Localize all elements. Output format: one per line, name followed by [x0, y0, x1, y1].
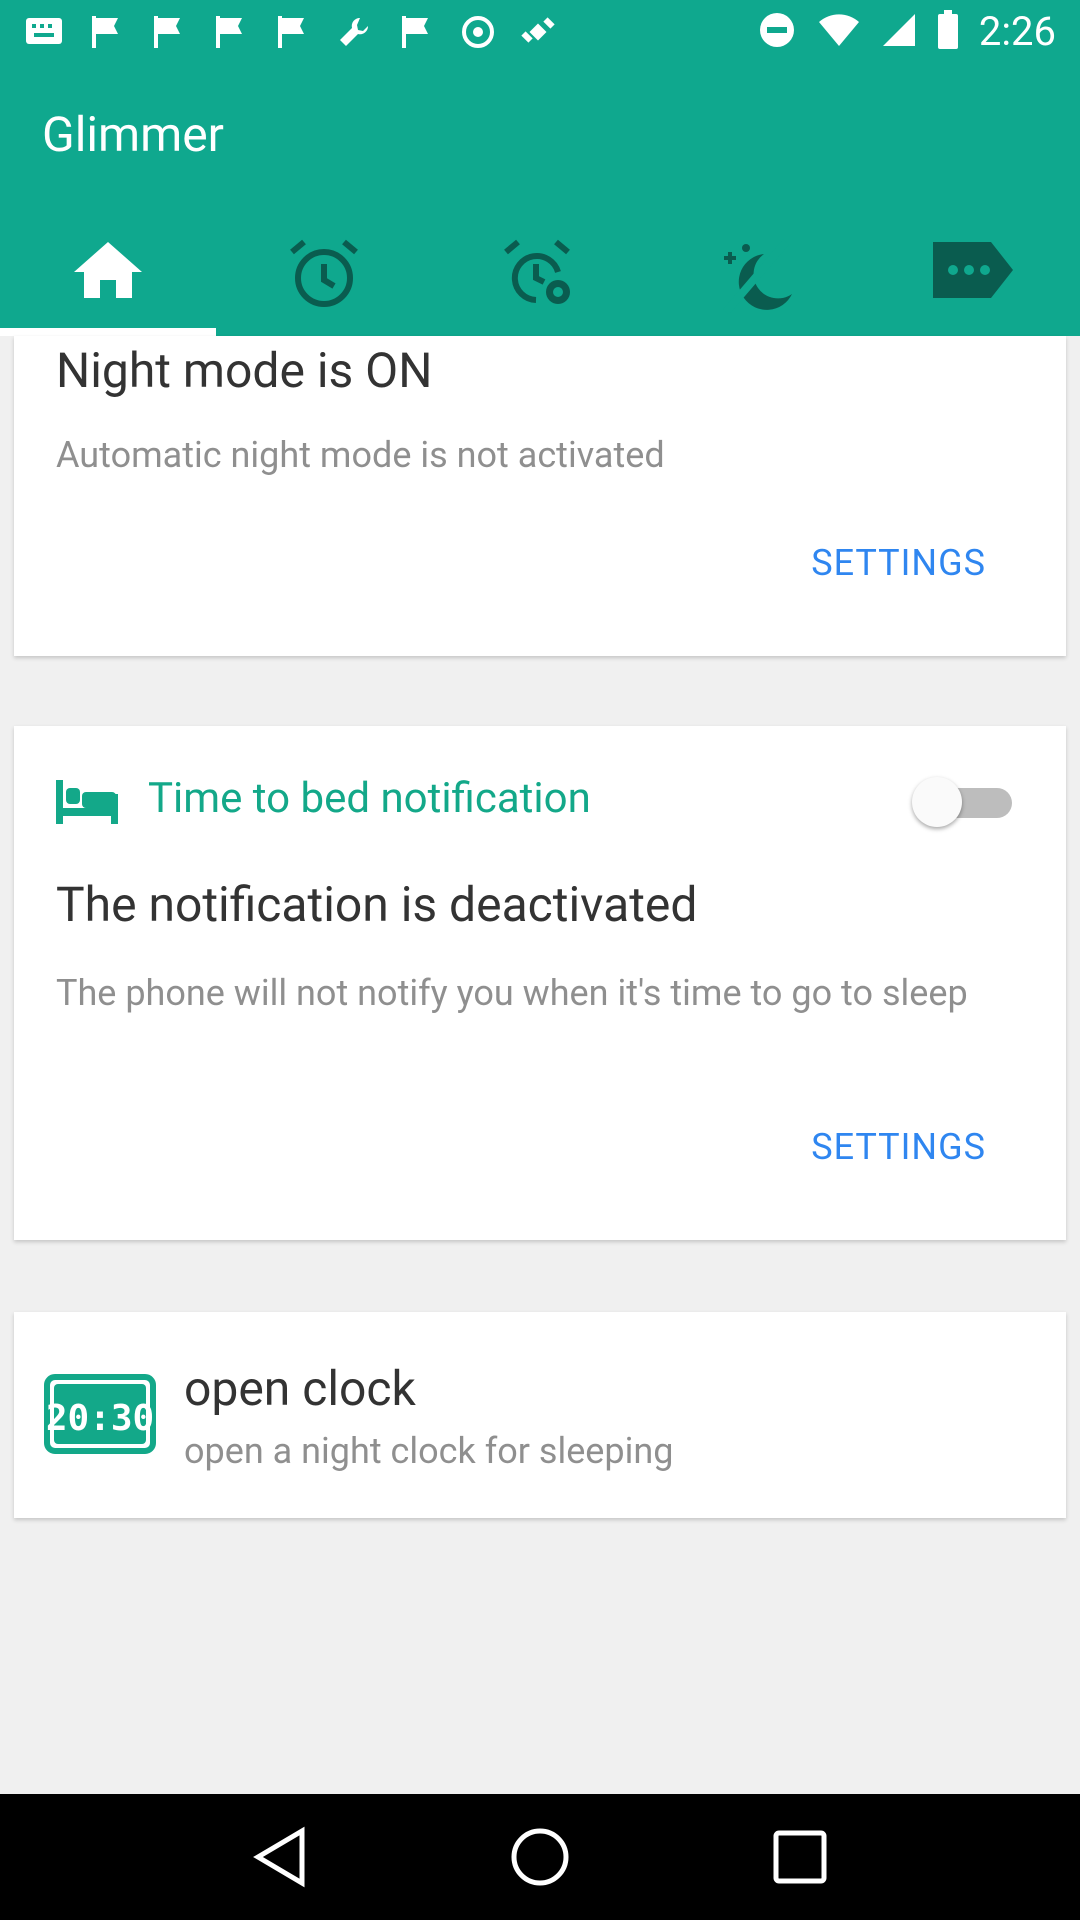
alarm-settings-icon — [502, 238, 578, 314]
tab-alarm[interactable] — [216, 220, 432, 336]
bed-notification-toggle[interactable] — [912, 774, 1016, 830]
flag-icon — [86, 12, 126, 52]
night-mode-settings-button[interactable]: SETTINGS — [811, 542, 986, 584]
digital-clock-text: 20:30 — [46, 1398, 154, 1439]
app-title: Glimmer — [42, 106, 224, 163]
flag-icon — [148, 12, 188, 52]
tab-night-mode[interactable] — [648, 220, 864, 336]
bed-icon — [56, 780, 118, 828]
night-mode-card: Night mode is ON Automatic night mode is… — [14, 336, 1066, 656]
digital-clock-icon: 20:30 — [44, 1374, 156, 1458]
tab-label[interactable] — [864, 220, 1080, 336]
night-mode-icon — [716, 238, 796, 318]
bed-notification-header: Time to bed notification — [148, 774, 591, 823]
night-mode-title: Night mode is ON — [56, 342, 433, 399]
notification-status-subtitle: The phone will not notify you when it's … — [56, 972, 968, 1014]
toggle-thumb — [912, 777, 962, 827]
open-clock-card[interactable]: 20:30 open clock open a night clock for … — [14, 1312, 1066, 1518]
sync-circle-icon — [458, 12, 498, 52]
open-clock-title: open clock — [184, 1360, 416, 1417]
recents-icon[interactable] — [760, 1817, 840, 1897]
bed-notification-settings-button[interactable]: SETTINGS — [811, 1126, 986, 1168]
open-clock-subtitle: open a night clock for sleeping — [184, 1430, 674, 1472]
home-icon — [70, 238, 146, 306]
flag-icon — [396, 12, 436, 52]
signal-icon — [881, 12, 917, 52]
wrench-icon — [334, 12, 374, 52]
alarm-icon — [286, 238, 362, 314]
label-icon — [929, 238, 1015, 306]
do-not-disturb-icon — [757, 10, 797, 54]
notification-status-title: The notification is deactivated — [56, 876, 698, 933]
flag-icon — [210, 12, 250, 52]
flag-icon — [272, 12, 312, 52]
satellite-icon — [520, 12, 560, 52]
app-bar: 2:26 Glimmer — [0, 0, 1080, 336]
back-icon[interactable] — [240, 1817, 320, 1897]
bed-notification-card: Time to bed notification The notificatio… — [14, 726, 1066, 1240]
message-icon — [24, 12, 64, 52]
night-mode-subtitle: Automatic night mode is not activated — [56, 434, 665, 476]
tab-home[interactable] — [0, 220, 216, 336]
tab-alarm-settings[interactable] — [432, 220, 648, 336]
tab-bar — [0, 220, 1080, 336]
system-nav-bar — [0, 1794, 1080, 1920]
wifi-icon — [817, 12, 861, 52]
status-time: 2:26 — [978, 8, 1056, 55]
status-bar: 2:26 — [0, 0, 1080, 64]
battery-icon — [937, 9, 959, 54]
home-nav-icon[interactable] — [500, 1817, 580, 1897]
